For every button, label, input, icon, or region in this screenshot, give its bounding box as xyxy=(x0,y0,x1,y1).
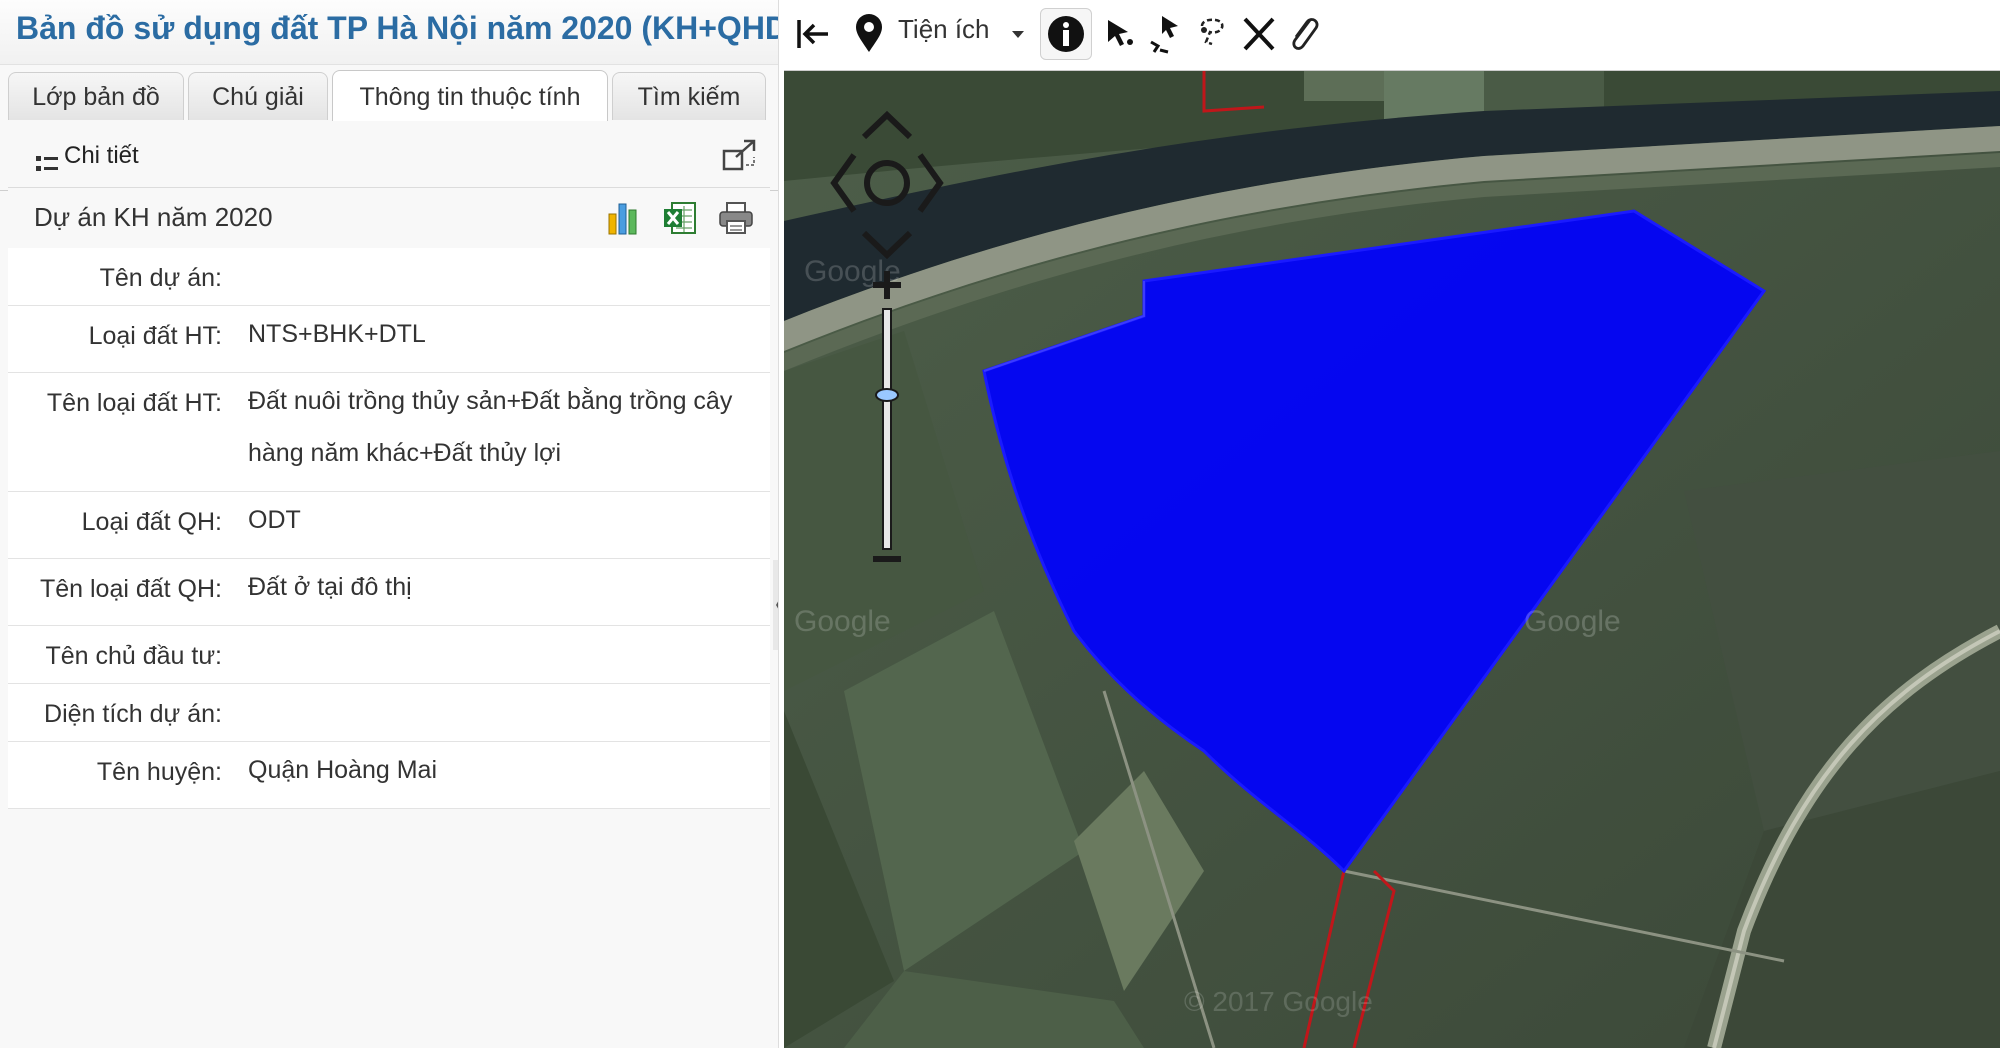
tab-search[interactable]: Tìm kiếm xyxy=(612,72,766,120)
select-area-icon[interactable] xyxy=(1148,12,1184,56)
attr-value: Quận Hoàng Mai xyxy=(248,756,438,784)
zoom-slider-handle[interactable] xyxy=(875,388,899,402)
info-button[interactable] xyxy=(1040,8,1092,60)
map-navigation xyxy=(830,110,944,562)
attribute-table: Tên dự án: Loại đất HT: NTS+BHK+DTL Tên … xyxy=(8,248,770,809)
clear-icon[interactable] xyxy=(1240,12,1278,56)
paperclip-icon[interactable] xyxy=(1284,12,1322,56)
pan-center-icon[interactable] xyxy=(864,160,910,206)
pan-down-icon[interactable] xyxy=(861,230,913,260)
attr-label: Tên dự án: xyxy=(99,264,222,292)
excel-icon[interactable] xyxy=(662,200,698,236)
attr-label: Loại đất HT: xyxy=(88,322,222,350)
tab-legend[interactable]: Chú giải xyxy=(188,72,328,120)
attr-label: Tên loại đất QH: xyxy=(39,575,222,603)
page-title: Bản đồ sử dụng đất TP Hà Nội năm 2020 (K… xyxy=(16,10,778,46)
svg-text:Google: Google xyxy=(1524,605,1621,638)
exit-icon[interactable] xyxy=(794,12,834,56)
attr-row-current-land-type-name: Tên loại đất HT: Đất nuôi trồng thủy sản… xyxy=(8,373,770,492)
attr-label: Tên chủ đầu tư: xyxy=(45,642,222,670)
lasso-icon[interactable] xyxy=(1194,12,1230,56)
pan-left-icon[interactable] xyxy=(830,153,857,213)
attribute-panel: Chi tiết Dự án KH năm 2020 Tên dự án: Lo… xyxy=(8,121,770,1048)
map-marker-icon[interactable] xyxy=(852,12,886,56)
attr-label: Diện tích dự án: xyxy=(44,700,222,728)
list-icon xyxy=(36,156,58,171)
attr-label: Loại đất QH: xyxy=(81,508,222,536)
print-icon[interactable] xyxy=(718,200,754,236)
tab-attribute-info[interactable]: Thông tin thuộc tính xyxy=(332,70,608,122)
attr-row-district: Tên huyện: Quận Hoàng Mai xyxy=(8,742,770,809)
detail-bar: Chi tiết xyxy=(8,121,770,187)
collapse-handle[interactable] xyxy=(773,560,779,650)
map-toolbar: Tiện ích xyxy=(784,0,2000,71)
utilities-menu[interactable]: Tiện ích xyxy=(898,14,990,45)
select-arrow-icon[interactable] xyxy=(1102,12,1136,56)
title-bar: Bản đồ sử dụng đất TP Hà Nội năm 2020 (K… xyxy=(0,0,778,65)
tab-map-layers[interactable]: Lớp bản đồ xyxy=(8,72,184,120)
expand-icon[interactable] xyxy=(722,139,758,171)
record-title: Dự án KH năm 2020 xyxy=(34,202,273,232)
svg-text:© 2017 Google: © 2017 Google xyxy=(1184,986,1373,1017)
zoom-in-icon[interactable] xyxy=(873,271,901,299)
satellite-imagery: Google Google Google © 2017 Google xyxy=(784,71,2000,1048)
svg-text:Google: Google xyxy=(794,605,891,638)
tab-bar: Lớp bản đồ Chú giải Thông tin thuộc tính… xyxy=(0,70,778,191)
chart-icon[interactable] xyxy=(606,200,642,236)
attr-label: Tên loại đất HT: xyxy=(46,389,222,417)
attr-value: Đất nuôi trồng thủy sản+Đất bằng trồng c… xyxy=(248,387,733,467)
pan-up-icon[interactable] xyxy=(861,110,913,140)
attr-label: Tên huyện: xyxy=(96,758,222,786)
detail-label[interactable]: Chi tiết xyxy=(64,142,139,170)
map-view[interactable]: Google Google Google © 2017 Google xyxy=(784,71,2000,1048)
caret-down-icon[interactable] xyxy=(1010,26,1026,42)
info-icon xyxy=(1048,16,1084,52)
left-panel: Bản đồ sử dụng đất TP Hà Nội năm 2020 (K… xyxy=(0,0,779,1048)
pan-right-icon[interactable] xyxy=(917,153,944,213)
zoom-slider-track[interactable] xyxy=(882,308,892,550)
